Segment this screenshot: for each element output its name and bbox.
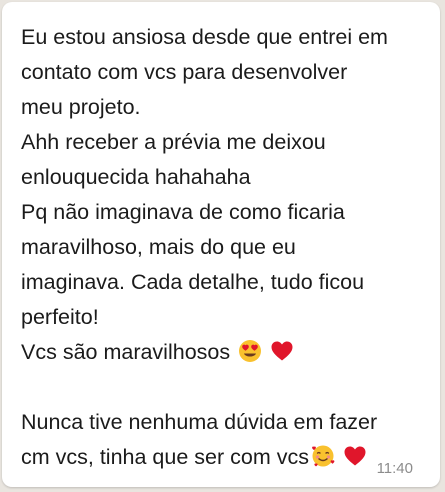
message-line: maravilhoso, mais do que eu <box>21 235 296 259</box>
message-line-with-emojis: cm vcs, tinha que ser com vcs <box>21 440 433 475</box>
message-line: meu projeto. <box>21 95 141 119</box>
message-line-with-emojis: Vcs são maravilhosos <box>21 335 433 370</box>
message-line: perfeito! <box>21 305 99 329</box>
message-line: Eu estou ansiosa desde que entrei em <box>21 25 388 49</box>
message-line: contato com vcs para desenvolver <box>21 60 348 84</box>
message-line: imaginava. Cada detalhe, tudo ficou <box>21 270 365 294</box>
message-line-text: cm vcs, tinha que ser com vcs <box>21 445 309 469</box>
red-heart-emoji-icon <box>344 446 366 466</box>
message-line: enlouquecida hahahaha <box>21 165 251 189</box>
red-heart-emoji-icon <box>271 341 293 361</box>
message-line: Pq não imaginava de como ficaria <box>21 200 345 224</box>
message-bubble[interactable]: Eu estou ansiosa desde que entrei em con… <box>2 2 440 487</box>
smiling-face-with-hearts-emoji-icon <box>312 445 335 467</box>
message-line-text: Vcs são maravilhosos <box>21 340 237 364</box>
message-line: Ahh receber a prévia me deixou <box>21 130 326 154</box>
message-timestamp: 11:40 <box>376 460 413 477</box>
message-line: Nunca tive nenhuma dúvida em fazer <box>21 410 378 434</box>
heart-eyes-emoji-icon <box>239 340 262 362</box>
message-text: Eu estou ansiosa desde que entrei em con… <box>21 20 433 475</box>
